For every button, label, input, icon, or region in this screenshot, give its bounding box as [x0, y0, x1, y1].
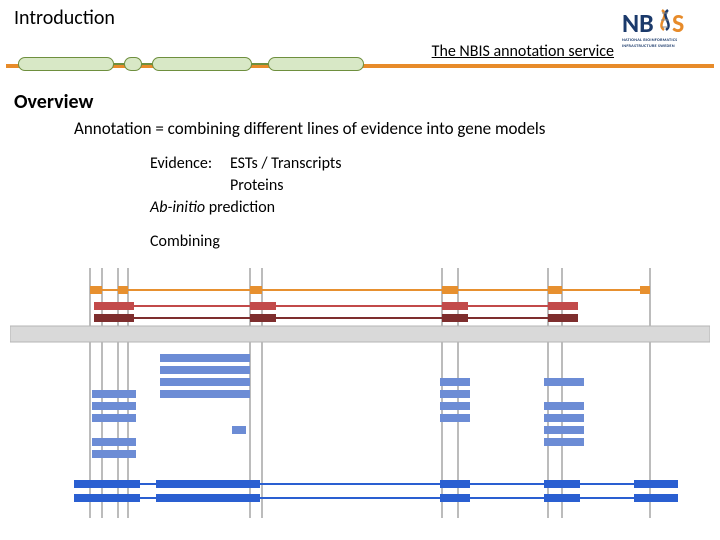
feature-block	[544, 414, 584, 422]
feature-track	[94, 314, 578, 322]
feature-block	[156, 480, 260, 488]
feature-block	[440, 494, 470, 502]
feature-block	[440, 390, 470, 398]
evidence-item-1: ESTs / Transcripts	[230, 154, 342, 173]
feature-block	[74, 494, 140, 502]
feature-block	[544, 378, 584, 386]
feature-block	[544, 494, 580, 502]
feature-track	[160, 378, 584, 386]
feature-track	[90, 286, 650, 294]
intron-connector	[252, 63, 268, 65]
abinitio-italic: Ab-initio	[150, 198, 205, 217]
feature-track	[94, 302, 578, 310]
feature-block	[440, 378, 470, 386]
page-title: Introduction	[14, 6, 115, 30]
logo-tagline-2: INFRASTRUCTURE SWEDEN	[622, 44, 675, 49]
feature-block	[634, 494, 678, 502]
evidence-item-2: Proteins	[230, 176, 284, 195]
feature-block	[442, 314, 468, 322]
feature-block	[160, 390, 250, 398]
feature-block	[92, 402, 136, 410]
feature-block	[548, 302, 578, 310]
feature-track	[160, 354, 250, 362]
feature-block	[160, 378, 250, 386]
exon-pill	[124, 57, 142, 71]
feature-block	[442, 302, 468, 310]
abinitio-text: Ab-initio prediction	[150, 198, 275, 217]
exon-pill	[268, 57, 364, 71]
feature-block	[544, 426, 584, 434]
dna-helix-icon	[661, 10, 669, 30]
feature-block	[94, 314, 134, 322]
exon-pill	[152, 57, 252, 71]
definition-text: Annotation = combining different lines o…	[74, 118, 545, 139]
evidence-label: Evidence:	[150, 154, 212, 173]
nbis-logo: NB S NATIONAL BIOINFORMATICS INFRASTRUCT…	[622, 8, 710, 56]
feature-track	[232, 426, 584, 434]
logo-text-nb: NB	[622, 8, 654, 39]
feature-block	[544, 480, 580, 488]
feature-block	[74, 480, 140, 488]
intron-connector	[114, 63, 124, 65]
feature-block	[250, 286, 262, 294]
intron-connector	[142, 63, 152, 65]
feature-block	[440, 480, 470, 488]
feature-block	[548, 314, 578, 322]
feature-block	[548, 286, 562, 294]
feature-block	[92, 450, 136, 458]
feature-block	[250, 302, 276, 310]
feature-block	[634, 480, 678, 488]
feature-track	[74, 494, 678, 502]
feature-track	[92, 402, 584, 410]
genome-tracks-diagram	[10, 268, 710, 518]
feature-track	[92, 450, 136, 458]
section-heading: Overview	[14, 90, 93, 114]
exon-pill	[18, 57, 114, 71]
feature-track	[92, 414, 584, 422]
feature-block	[160, 354, 250, 362]
logo-text-s: S	[672, 8, 684, 39]
feature-block	[232, 426, 246, 434]
feature-block	[544, 402, 584, 410]
feature-block	[440, 414, 470, 422]
feature-block	[160, 366, 250, 374]
feature-block	[92, 438, 136, 446]
feature-track	[92, 390, 470, 398]
genome-track	[10, 326, 710, 342]
feature-block	[156, 494, 260, 502]
feature-block	[442, 286, 458, 294]
feature-block	[640, 286, 650, 294]
page-subtitle: The NBIS annotation service	[432, 42, 614, 61]
feature-block	[92, 414, 136, 422]
abinitio-rest: prediction	[205, 198, 275, 217]
feature-track	[74, 480, 678, 488]
combining-label: Combining	[150, 232, 220, 251]
feature-block	[90, 286, 102, 294]
feature-track	[160, 366, 250, 374]
feature-block	[94, 302, 134, 310]
feature-block	[250, 314, 276, 322]
feature-block	[92, 390, 136, 398]
feature-block	[118, 286, 128, 294]
feature-block	[440, 402, 470, 410]
feature-track	[92, 438, 584, 446]
logo-tagline-1: NATIONAL BIOINFORMATICS	[622, 38, 677, 43]
feature-block	[544, 438, 584, 446]
